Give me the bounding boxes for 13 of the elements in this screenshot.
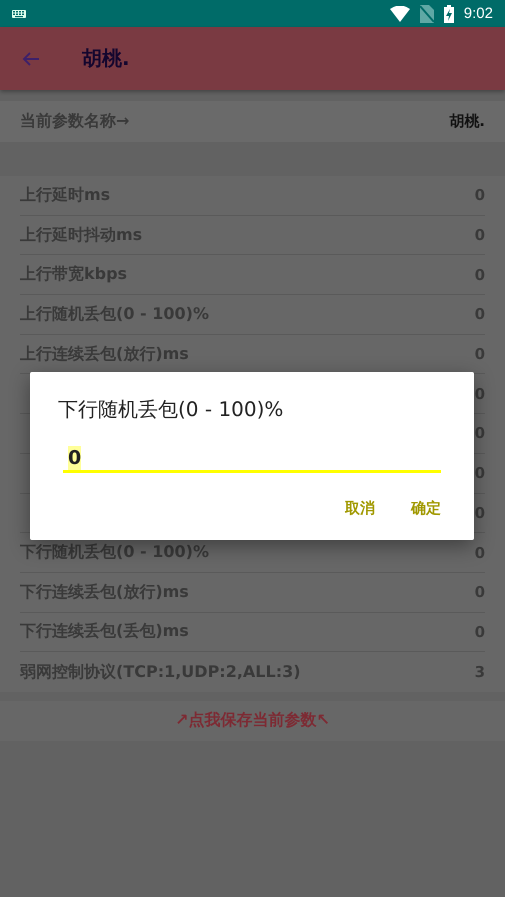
input-field[interactable]: 0 — [63, 443, 441, 473]
back-arrow-icon[interactable] — [22, 50, 40, 66]
no-sim-icon — [420, 4, 434, 22]
battery-charging-icon — [444, 4, 454, 22]
dialog-button[interactable]: 确定 — [411, 497, 441, 520]
clock-time: 9:02 — [464, 5, 493, 22]
dialog-title: 下行随机丢包(0 - 100)% — [58, 396, 284, 423]
page-title: 胡桃. — [82, 45, 130, 72]
dialog-button[interactable]: 取消 — [345, 497, 375, 520]
wifi-icon — [390, 6, 410, 22]
save-button[interactable]: ↗点我保存当前参数↖ — [0, 700, 505, 741]
keyboard-icon — [12, 10, 26, 18]
param-name-value: 胡桃. — [449, 112, 485, 131]
